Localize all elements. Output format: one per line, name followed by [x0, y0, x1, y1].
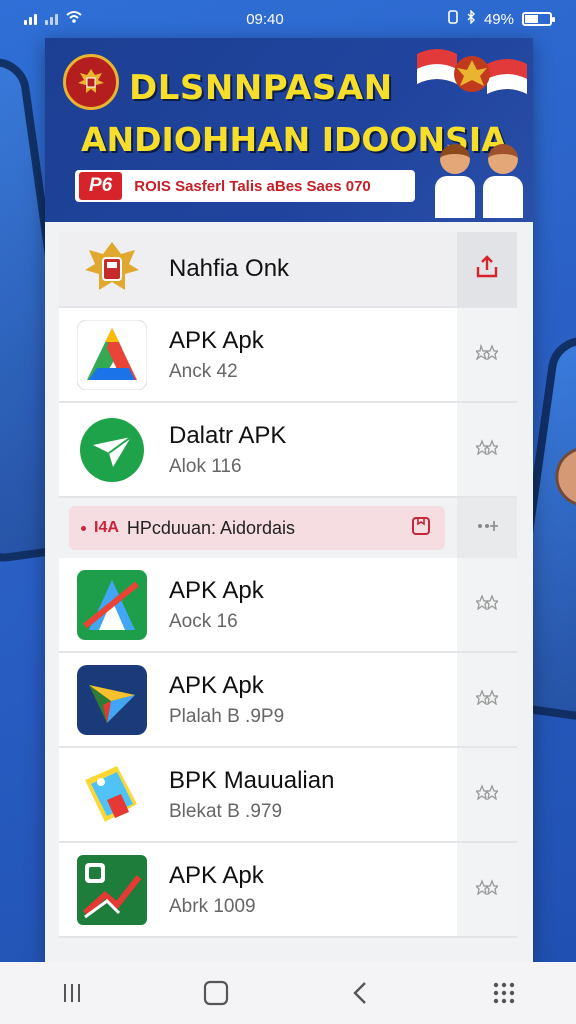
battery-fill — [524, 15, 538, 23]
rate-icon[interactable] — [474, 343, 500, 365]
list-item[interactable]: APK Apk Plalah B .9P9 — [59, 653, 517, 748]
rate-icon[interactable] — [474, 439, 500, 460]
row-side — [457, 308, 517, 401]
row-side — [457, 403, 517, 496]
people-illustration — [435, 138, 523, 218]
signal-icon — [24, 13, 37, 25]
bookmark-icon[interactable] — [411, 516, 431, 541]
wifi-icon — [66, 10, 82, 28]
nfc-icon — [448, 10, 458, 28]
menu-button[interactable] — [474, 968, 534, 1018]
app-name: APK Apk — [169, 671, 264, 699]
list-item[interactable]: APK Apk Abrk 1009 — [59, 843, 517, 938]
header-texts: Nahfia Onk — [169, 255, 289, 283]
app-texts: APK Apk Aock 16 — [169, 577, 264, 633]
list-item[interactable]: Dalatr APK Alok 116 — [59, 403, 517, 498]
list-item[interactable]: APK Apk Anck 42 — [59, 308, 517, 403]
list-item[interactable]: APK Apk Aock 16 — [59, 558, 517, 653]
garuda-emblem-icon — [63, 54, 119, 110]
battery-icon — [521, 12, 555, 26]
more-icon[interactable] — [476, 519, 498, 538]
share-icon[interactable] — [474, 254, 500, 285]
row-side — [457, 748, 517, 841]
clock: 09:40 — [246, 10, 284, 28]
rate-icon[interactable] — [474, 594, 500, 615]
app-sub: Aock 16 — [169, 610, 238, 632]
app-sub: Plalah B .9P9 — [169, 705, 285, 727]
back-button[interactable] — [330, 968, 390, 1018]
apk-icon-b — [77, 569, 147, 640]
status-bar: 09:40 49% — [0, 0, 576, 38]
background-face — [551, 442, 576, 511]
banner-strip-text: ROIS Sasferl Talis aBes Saes 070 — [134, 177, 371, 195]
rate-icon[interactable] — [474, 879, 500, 900]
bluetooth-icon — [466, 9, 476, 28]
home-icon — [203, 980, 229, 1006]
back-icon — [353, 982, 366, 1004]
banner-strip: P6 ROIS Sasferl Talis aBes Saes 070 — [75, 170, 415, 202]
apk-icon-a — [76, 319, 148, 390]
row-side — [457, 558, 517, 651]
emblem-icon — [77, 234, 147, 304]
status-left — [24, 10, 82, 28]
rate-icon[interactable] — [474, 689, 500, 710]
person-illustration-1 — [435, 138, 475, 218]
banner-title: DLSNNPASAN — [129, 68, 393, 108]
app-texts: APK Apk Anck 42 — [169, 327, 264, 383]
app-list: Nahfia Onk APK Apk Anck 42 Dalatr APK Al… — [59, 232, 517, 938]
app-sub: Abrk 1009 — [169, 895, 256, 917]
app-name: APK Apk — [169, 861, 264, 889]
status-right: 49% — [448, 9, 555, 28]
app-texts: Dalatr APK Alok 116 — [169, 422, 286, 478]
header-side — [457, 232, 517, 306]
list-item[interactable]: BPK Mauualian Blekat B .979 — [59, 748, 517, 843]
flags-decoration-icon — [417, 44, 527, 114]
rate-icon[interactable] — [474, 784, 500, 805]
dots-grid-icon — [493, 982, 515, 1004]
app-name: BPK Mauualian — [169, 766, 335, 794]
promo-side — [457, 498, 517, 558]
row-side — [457, 653, 517, 746]
battery-percent: 49% — [483, 10, 514, 28]
app-texts: APK Apk Abrk 1009 — [169, 862, 264, 918]
navigation-bar — [0, 962, 576, 1024]
app-name: APK Apk — [169, 326, 264, 354]
app-sub: Alok 116 — [169, 455, 242, 477]
recents-button[interactable] — [42, 968, 102, 1018]
recents-icon — [64, 984, 80, 1002]
chart-icon — [77, 854, 147, 925]
send-icon — [77, 415, 147, 485]
promo-pill[interactable]: I4A HPcduuan: Aidordais — [69, 506, 445, 550]
app-texts: APK Apk Plalah B .9P9 — [169, 672, 284, 728]
app-name: Dalatr APK — [169, 421, 287, 449]
promo-badge: I4A — [94, 519, 119, 536]
banner-badge: P6 — [79, 172, 123, 200]
app-card: DLSNNPASAN ANDIOHHAN IDOONSIA P6 ROIS Sa… — [45, 38, 533, 963]
row-side — [457, 843, 517, 936]
signal-icon-2 — [45, 13, 58, 25]
promo-row: I4A HPcduuan: Aidordais — [59, 498, 517, 558]
app-name: APK Apk — [169, 576, 264, 604]
list-header-item[interactable]: Nahfia Onk — [59, 232, 517, 308]
photo-icon — [77, 759, 147, 830]
home-button[interactable] — [186, 968, 246, 1018]
promo-banner[interactable]: DLSNNPASAN ANDIOHHAN IDOONSIA P6 ROIS Sa… — [45, 38, 533, 222]
promo-dot — [81, 525, 86, 531]
app-sub: Blekat B .979 — [169, 800, 283, 822]
app-sub: Anck 42 — [169, 360, 238, 382]
paper-plane-icon — [77, 664, 147, 735]
header-item-name: Nahfia Onk — [169, 255, 290, 282]
person-illustration-2 — [483, 138, 523, 218]
app-texts: BPK Mauualian Blekat B .979 — [169, 767, 334, 823]
promo-text: HPcduuan: Aidordais — [126, 517, 296, 538]
